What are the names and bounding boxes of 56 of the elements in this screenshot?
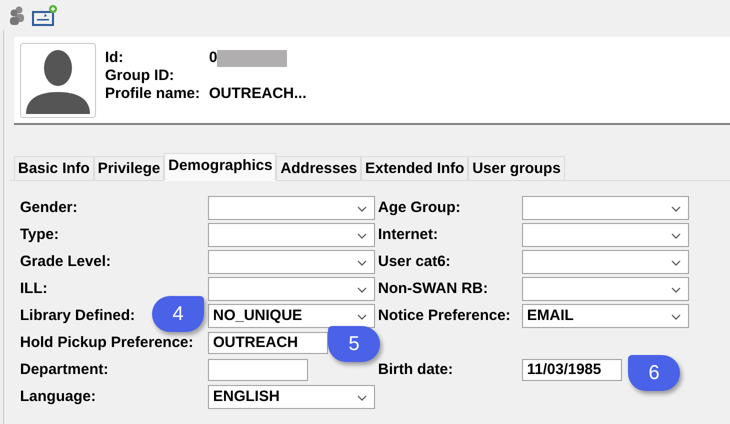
chevron-down-icon	[671, 206, 681, 212]
tab[interactable]: Basic Info	[14, 156, 94, 180]
tab[interactable]: Addresses	[276, 156, 362, 180]
users-icon	[8, 5, 26, 25]
chevron-down-icon	[671, 233, 681, 239]
tab[interactable]: Demographics	[164, 153, 276, 181]
chevron-down-icon	[671, 287, 681, 293]
field-label: Department:	[20, 360, 108, 378]
callout-marker: 5	[328, 326, 380, 362]
group-id-label: Group ID:	[105, 67, 176, 85]
field-label: Notice Preference:	[378, 306, 512, 326]
dropdown[interactable]	[522, 223, 689, 247]
chevron-down-icon	[357, 287, 367, 293]
id-value: 0	[209, 49, 218, 67]
field-label: Hold Pickup Preference:	[20, 334, 194, 351]
field-label: Language:	[20, 388, 96, 405]
dropdown[interactable]	[208, 196, 375, 220]
field-label: Grade Level:	[20, 252, 111, 270]
dropdown[interactable]	[522, 250, 689, 274]
tab[interactable]: Privilege	[94, 156, 164, 180]
redaction-bar	[217, 50, 288, 66]
id-label: Id:	[105, 49, 124, 67]
field-label: Non-SWAN RB:	[378, 278, 489, 299]
text-field[interactable]: OUTREACH	[208, 332, 328, 354]
field-label: Age Group:	[378, 198, 462, 218]
callout-marker: 4	[152, 296, 204, 332]
callout-marker: 6	[628, 355, 680, 391]
profile-name-label: Profile name:	[105, 85, 202, 103]
dropdown[interactable]	[208, 250, 375, 274]
dropdown[interactable]	[522, 277, 689, 301]
chevron-down-icon	[357, 206, 367, 212]
chevron-down-icon	[357, 314, 367, 320]
field-label: Type:	[20, 226, 59, 243]
chevron-down-icon	[357, 260, 367, 266]
field-label: Gender:	[20, 198, 78, 216]
field-label: ILL:	[20, 280, 48, 297]
dropdown[interactable]	[208, 277, 375, 301]
field-label: Library Defined:	[20, 306, 136, 324]
text-field[interactable]: 11/03/1985	[522, 359, 622, 381]
dropdown[interactable]: ENGLISH	[208, 385, 375, 409]
chevron-down-icon	[357, 233, 367, 239]
tab[interactable]: Extended Info	[361, 156, 468, 180]
dropdown[interactable]	[522, 196, 689, 220]
chevron-down-icon	[671, 260, 681, 266]
field-label: Birth date:	[378, 360, 454, 380]
tab[interactable]: User groups	[468, 156, 565, 180]
chevron-down-icon	[357, 395, 367, 401]
dropdown[interactable]	[208, 223, 375, 247]
chevron-down-icon	[671, 314, 681, 320]
field-label: Internet:	[378, 224, 439, 245]
dropdown[interactable]: NO_UNIQUE	[208, 304, 375, 328]
add-note-icon[interactable]	[32, 4, 58, 26]
profile-name-value: OUTREACH...	[209, 85, 306, 103]
text-field[interactable]	[208, 359, 308, 381]
dropdown[interactable]: EMAIL	[522, 304, 689, 328]
field-label: User cat6:	[378, 252, 452, 272]
